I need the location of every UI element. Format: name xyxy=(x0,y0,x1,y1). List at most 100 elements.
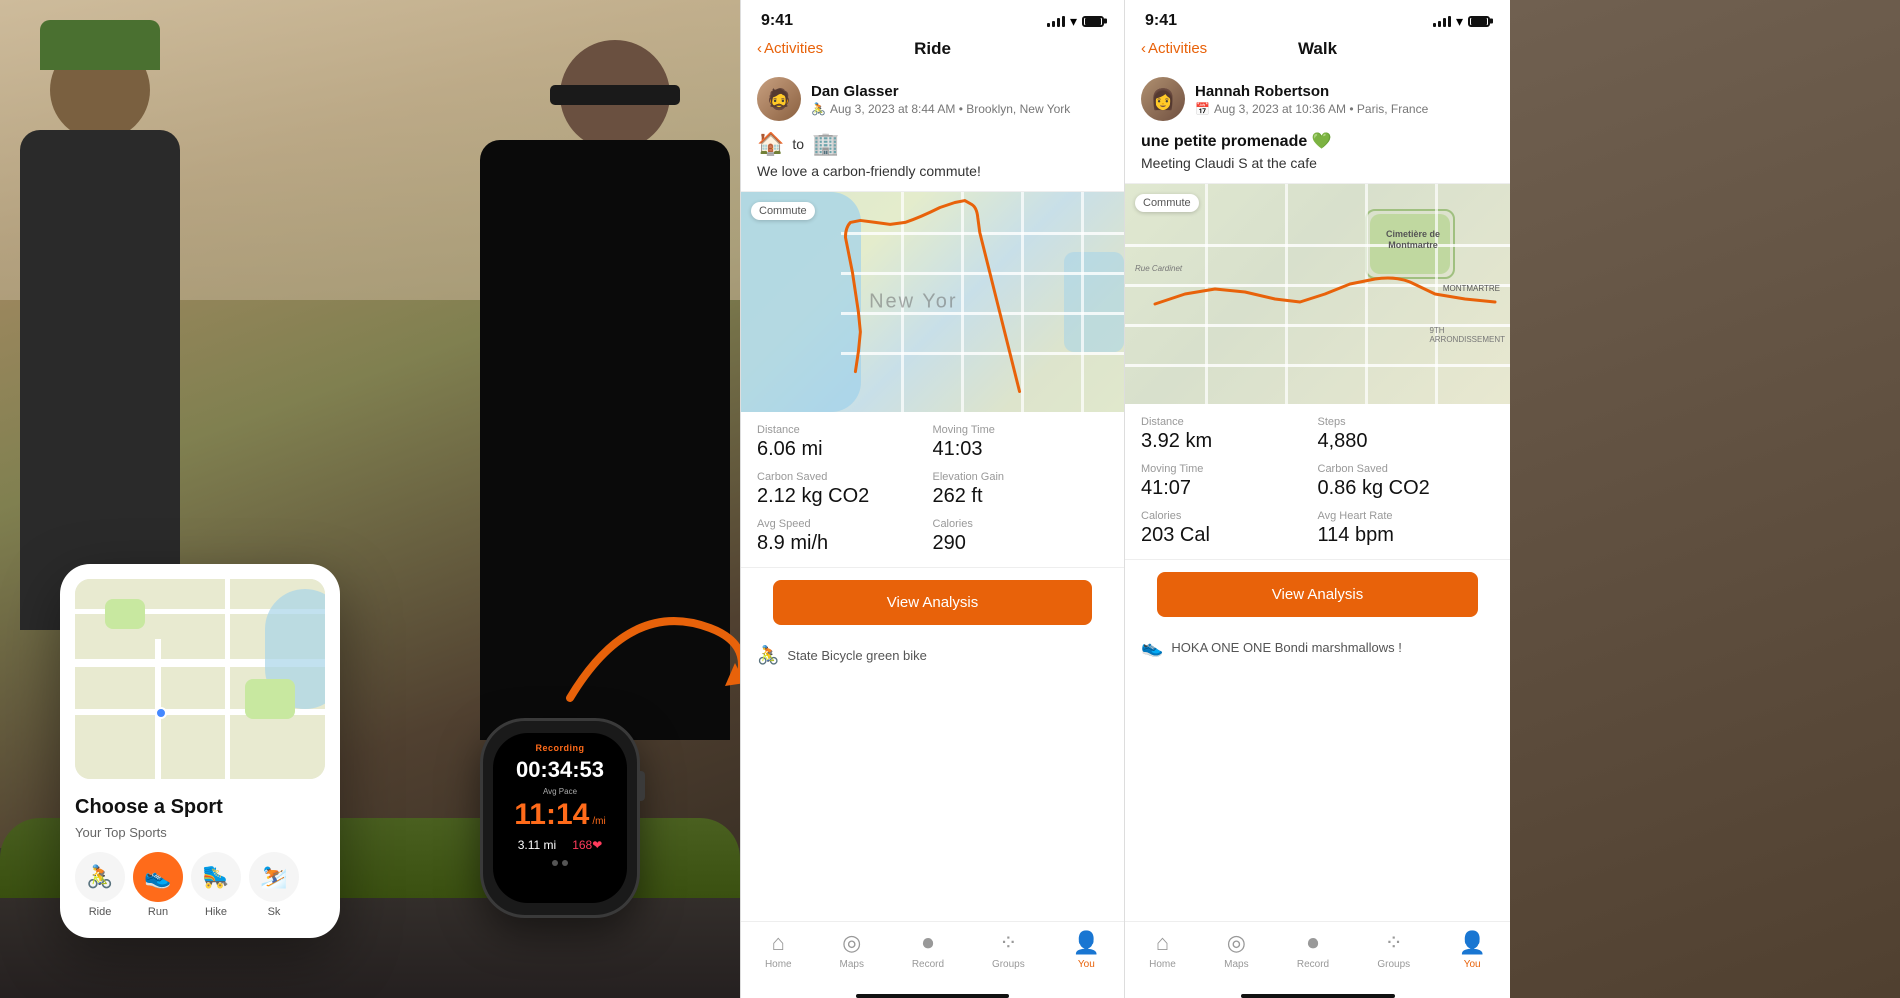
watch-heart-rate: 168❤ xyxy=(572,838,602,852)
ride-stat-speed: Avg Speed 8.9 mi/h xyxy=(757,518,933,555)
groups-nav-label: Groups xyxy=(992,959,1025,970)
watch-pace: 11:14 xyxy=(514,800,589,830)
ride-view-analysis-button[interactable]: View Analysis xyxy=(773,580,1092,625)
ride-nav-home[interactable]: ⌂ Home xyxy=(765,930,792,970)
walk-view-analysis-button[interactable]: View Analysis xyxy=(1157,572,1478,617)
walk-battery-icon xyxy=(1468,16,1490,27)
walk-heart-rate-label: Avg Heart Rate xyxy=(1318,510,1495,522)
ride-bottom-nav: ⌂ Home ◎ Maps ⏺ Record ⁘ Groups 👤 You xyxy=(741,921,1124,990)
ride-status-bar: 9:41 ▾ xyxy=(741,0,1124,36)
ride-stats-row-3: Avg Speed 8.9 mi/h Calories 290 xyxy=(757,518,1108,555)
walk-stat-heart-rate: Avg Heart Rate 114 bpm xyxy=(1318,510,1495,547)
walk-back-button[interactable]: ‹ Activities xyxy=(1141,40,1207,57)
walk-gear-icon: 👟 xyxy=(1141,637,1163,658)
maps-nav-icon: ◎ xyxy=(842,930,861,956)
walk-nav-groups[interactable]: ⁘ Groups xyxy=(1377,930,1410,970)
sport-sk[interactable]: ⛷️ Sk xyxy=(249,852,299,918)
ride-nav-you[interactable]: 👤 You xyxy=(1073,930,1100,970)
phone-map xyxy=(75,579,325,779)
ride-user-name: Dan Glasser xyxy=(811,83,1108,100)
ride-stat-calories: Calories 290 xyxy=(933,518,1109,555)
walk-stats-row-1: Distance 3.92 km Steps 4,880 xyxy=(1141,416,1494,453)
walk-nav-record[interactable]: ⏺ Record xyxy=(1297,930,1329,970)
walk-bottom-nav: ⌂ Home ◎ Maps ⏺ Record ⁘ Groups 👤 You xyxy=(1125,921,1510,990)
sport-run[interactable]: 👟 Run xyxy=(133,852,183,918)
walk-stats-row-2: Moving Time 41:07 Carbon Saved 0.86 kg C… xyxy=(1141,463,1494,500)
walk-user-avatar: 👩 xyxy=(1141,77,1185,121)
sk-icon: ⛷️ xyxy=(249,852,299,902)
ride-map[interactable]: New Yor Commute xyxy=(741,192,1124,412)
walk-moving-time-value: 41:07 xyxy=(1141,477,1318,500)
walk-back-label: Activities xyxy=(1148,40,1207,57)
ride-icon: 🚴 xyxy=(75,852,125,902)
ride-phone-screen: 9:41 ▾ ‹ Activities Ride xyxy=(741,0,1124,998)
wifi-icon: ▾ xyxy=(1070,13,1077,30)
ride-activity-header: 🧔 Dan Glasser 🚴 Aug 3, 2023 at 8:44 AM •… xyxy=(741,65,1124,192)
watch-stats: 3.11 mi 168❤ xyxy=(518,838,603,852)
walk-signal-bars xyxy=(1433,16,1451,27)
ride-meta-text: Aug 3, 2023 at 8:44 AM • Brooklyn, New Y… xyxy=(830,102,1070,116)
walk-screen: 9:41 ▾ ‹ Activities Walk xyxy=(1125,0,1510,998)
walk-distance-value: 3.92 km xyxy=(1141,430,1318,453)
run-icon: 👟 xyxy=(133,852,183,902)
walk-nav-you[interactable]: 👤 You xyxy=(1458,930,1485,970)
walk-signal-bar-1 xyxy=(1433,23,1436,27)
ride-activity-text: We love a carbon-friendly commute! xyxy=(757,163,1108,179)
ride-elevation-value: 262 ft xyxy=(933,485,1109,508)
walk-activity-text: Meeting Claudi S at the cafe xyxy=(1141,155,1494,171)
phone-content: Choose a Sport Your Top Sports 🚴 Ride 👟 … xyxy=(75,791,325,923)
ride-nav-maps[interactable]: ◎ Maps xyxy=(840,930,864,970)
ride-nav-groups[interactable]: ⁘ Groups xyxy=(992,930,1025,970)
walk-nav-maps[interactable]: ◎ Maps xyxy=(1224,930,1248,970)
ride-nav-record[interactable]: ⏺ Record xyxy=(912,930,944,970)
ride-elevation-label: Elevation Gain xyxy=(933,471,1109,483)
sport-ride[interactable]: 🚴 Ride xyxy=(75,852,125,918)
walk-home-nav-icon: ⌂ xyxy=(1156,930,1169,956)
walk-carbon-label: Carbon Saved xyxy=(1318,463,1495,475)
walk-distance-label: Distance xyxy=(1141,416,1318,428)
hike-icon: 🛼 xyxy=(191,852,241,902)
walk-user-meta: 📅 Aug 3, 2023 at 10:36 AM • Paris, Franc… xyxy=(1195,102,1494,116)
ride-view-analysis-wrapper: View Analysis xyxy=(741,568,1124,637)
ride-stat-elevation: Elevation Gain 262 ft xyxy=(933,471,1109,508)
record-nav-label: Record xyxy=(912,959,944,970)
walk-signal-bar-4 xyxy=(1448,16,1451,27)
to-text: to xyxy=(792,136,804,152)
watch-time: 00:34:53 xyxy=(516,757,604,783)
walk-map[interactable]: Cimetière deMontmartre MONTMARTRE Rue Ca… xyxy=(1125,184,1510,404)
signal-bars xyxy=(1047,16,1065,27)
walk-status-bar: 9:41 ▾ xyxy=(1125,0,1510,36)
ride-gear-icon: 🚴 xyxy=(757,645,779,666)
record-nav-icon: ⏺ xyxy=(922,930,933,956)
walk-route-svg xyxy=(1125,184,1510,404)
walk-record-nav-icon: ⏺ xyxy=(1307,930,1318,956)
ride-distance-value: 6.06 mi xyxy=(757,438,933,461)
ride-calories-value: 290 xyxy=(933,532,1109,555)
phone-mockup: Choose a Sport Your Top Sports 🚴 Ride 👟 … xyxy=(60,564,340,938)
ride-user-info: Dan Glasser 🚴 Aug 3, 2023 at 8:44 AM • B… xyxy=(811,83,1108,116)
signal-bar-1 xyxy=(1047,23,1050,27)
walk-gear-row: 👟 HOKA ONE ONE Bondi marshmallows ! xyxy=(1125,629,1510,670)
walk-home-indicator xyxy=(1241,994,1395,998)
sport-hike[interactable]: 🛼 Hike xyxy=(191,852,241,918)
home-nav-label: Home xyxy=(765,959,792,970)
walk-nav-home[interactable]: ⌂ Home xyxy=(1149,930,1176,970)
walk-meta-text: Aug 3, 2023 at 10:36 AM • Paris, France xyxy=(1214,102,1428,116)
home-emoji: 🏠 xyxy=(757,131,784,157)
ride-back-button[interactable]: ‹ Activities xyxy=(757,40,823,57)
chevron-left-icon: ‹ xyxy=(757,40,762,57)
sk-label: Sk xyxy=(268,906,281,918)
walk-groups-nav-label: Groups xyxy=(1377,959,1410,970)
walk-carbon-value: 0.86 kg CO2 xyxy=(1318,477,1495,500)
watch-pace-unit: /mi xyxy=(592,816,605,827)
groups-nav-icon: ⁘ xyxy=(999,930,1017,956)
walk-calories-label: Calories xyxy=(1141,510,1318,522)
walk-stats-grid: Distance 3.92 km Steps 4,880 Moving Time… xyxy=(1125,404,1510,560)
walk-maps-nav-icon: ◎ xyxy=(1227,930,1246,956)
signal-bar-4 xyxy=(1062,16,1065,27)
walk-record-nav-label: Record xyxy=(1297,959,1329,970)
walk-nav-title: Walk xyxy=(1298,39,1337,59)
background-filler xyxy=(1510,0,1900,998)
walk-status-time: 9:41 xyxy=(1145,12,1177,30)
you-nav-icon: 👤 xyxy=(1073,930,1100,956)
